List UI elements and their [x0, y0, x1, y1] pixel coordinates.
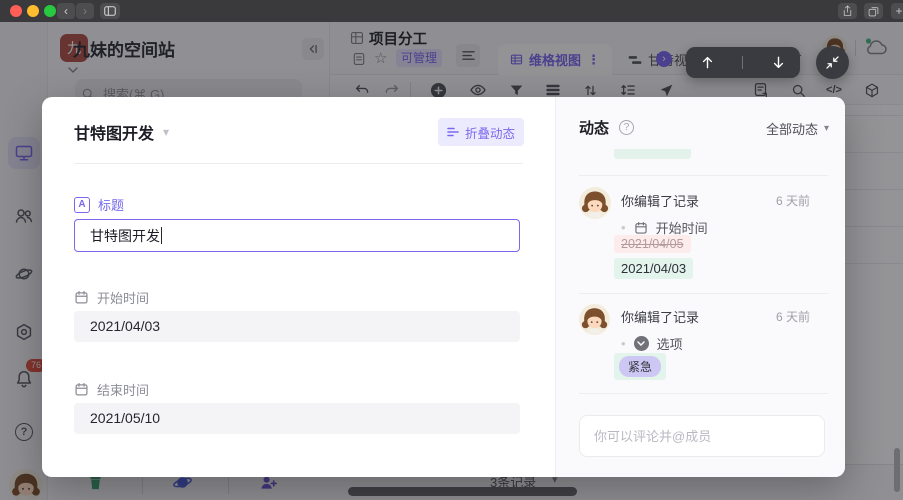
select-field-icon [634, 336, 649, 351]
changed-field-row: • 选项 [621, 334, 683, 353]
calendar-icon [74, 382, 89, 397]
record-detail-modal: 甘特图开发 ▾ 折叠动态 A 标题 开始时间 2021/04/03 结束时间 2… [42, 97, 845, 477]
new-value: 2021/04/03 [614, 258, 693, 279]
copy-tab-button[interactable] [864, 3, 883, 19]
record-title: 甘特图开发 ▾ [74, 120, 169, 144]
toggle-sidebar-button[interactable] [100, 3, 120, 19]
calendar-icon [74, 290, 89, 305]
application-window: ‹ › + [0, 0, 903, 500]
modal-header-divider [74, 163, 523, 164]
activity-divider [579, 293, 828, 294]
history-back-button[interactable]: ‹ [57, 3, 75, 19]
bullet-dot: • [621, 220, 626, 235]
text-field-icon: A [74, 197, 90, 213]
window-titlebar: ‹ › + [0, 0, 903, 22]
activity-divider [579, 175, 828, 176]
activity-action: 你编辑了记录 [621, 191, 699, 210]
added-tag-wrapper: 紧急 [614, 353, 666, 380]
field-label-start-time: 开始时间 [74, 288, 149, 307]
minimize-window-button[interactable] [27, 5, 39, 17]
zoom-window-button[interactable] [44, 5, 56, 17]
comment-box[interactable] [579, 415, 825, 457]
activity-time: 6 天前 [776, 308, 810, 325]
start-time-value[interactable]: 2021/04/03 [74, 311, 520, 342]
old-value: 2021/04/05 [614, 235, 691, 253]
title-field-input[interactable] [74, 219, 520, 252]
activity-help-icon[interactable]: ? [619, 120, 634, 135]
history-forward-button[interactable]: › [76, 3, 94, 19]
close-window-button[interactable] [10, 5, 22, 17]
chevron-down-icon: ▾ [824, 123, 829, 134]
activity-panel: 动态 ? 全部动态 ▾ 你编辑了记录 6 天前 • 开始时间 2021/04/0… [555, 97, 845, 477]
activity-divider [579, 393, 828, 394]
calendar-icon [634, 221, 648, 235]
next-record-arrow-down-icon[interactable] [771, 55, 786, 70]
nav-divider [742, 56, 743, 69]
activity-time: 6 天前 [776, 192, 810, 209]
activity-title: 动态 [579, 117, 609, 138]
field-label-end-time: 结束时间 [74, 380, 149, 399]
field-label-title: A 标题 [74, 195, 124, 214]
activity-action: 你编辑了记录 [621, 307, 699, 326]
text-cursor [161, 227, 162, 244]
comment-input[interactable] [580, 416, 824, 456]
new-tab-button[interactable]: + [891, 3, 903, 19]
record-title-caret-icon[interactable]: ▾ [163, 125, 169, 139]
collapse-arrows-icon [824, 54, 841, 71]
bullet-dot: • [621, 336, 626, 351]
activity-lines-icon [447, 127, 459, 137]
share-window-button[interactable] [838, 3, 857, 19]
end-time-value[interactable]: 2021/05/10 [74, 403, 520, 434]
record-nav-pill [686, 47, 800, 78]
previous-record-arrow-up-icon[interactable] [700, 55, 715, 70]
collapse-activity-button[interactable]: 折叠动态 [438, 118, 524, 146]
activity-avatar [579, 187, 611, 219]
option-tag: 紧急 [619, 356, 661, 377]
collapse-expand-button[interactable] [816, 46, 849, 79]
scrolled-value-fragment [614, 149, 691, 159]
activity-filter-dropdown[interactable]: 全部动态 ▾ [766, 119, 829, 138]
activity-avatar [579, 304, 610, 335]
